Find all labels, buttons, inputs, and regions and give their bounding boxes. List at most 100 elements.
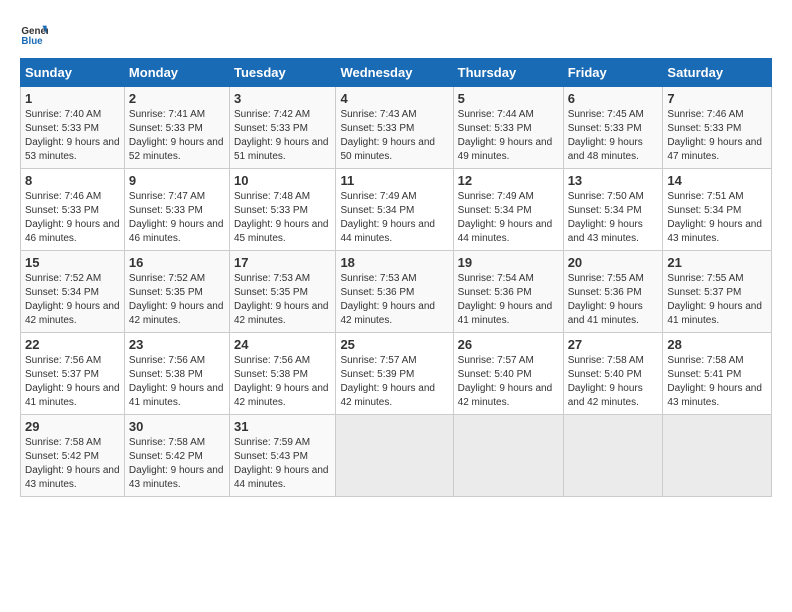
day-info: Sunrise: 7:40 AM Sunset: 5:33 PM Dayligh… xyxy=(25,108,120,164)
calendar-cell: 1 Sunrise: 7:40 AM Sunset: 5:33 PM Dayli… xyxy=(21,87,125,169)
day-info: Sunrise: 7:52 AM Sunset: 5:34 PM Dayligh… xyxy=(25,272,120,328)
weekday-header-thursday: Thursday xyxy=(453,59,563,87)
calendar-cell xyxy=(663,415,772,497)
calendar-cell: 9 Sunrise: 7:47 AM Sunset: 5:33 PM Dayli… xyxy=(124,169,229,251)
calendar-cell: 20 Sunrise: 7:55 AM Sunset: 5:36 PM Dayl… xyxy=(563,251,663,333)
weekday-header-monday: Monday xyxy=(124,59,229,87)
day-number: 16 xyxy=(129,255,225,270)
calendar-cell: 3 Sunrise: 7:42 AM Sunset: 5:33 PM Dayli… xyxy=(229,87,335,169)
day-number: 21 xyxy=(667,255,767,270)
day-info: Sunrise: 7:53 AM Sunset: 5:36 PM Dayligh… xyxy=(340,272,448,328)
logo-icon: General Blue xyxy=(20,20,48,48)
calendar-cell xyxy=(336,415,453,497)
day-info: Sunrise: 7:49 AM Sunset: 5:34 PM Dayligh… xyxy=(340,190,448,246)
day-number: 15 xyxy=(25,255,120,270)
day-info: Sunrise: 7:45 AM Sunset: 5:33 PM Dayligh… xyxy=(568,108,659,164)
day-info: Sunrise: 7:56 AM Sunset: 5:38 PM Dayligh… xyxy=(129,354,225,410)
day-info: Sunrise: 7:52 AM Sunset: 5:35 PM Dayligh… xyxy=(129,272,225,328)
day-number: 18 xyxy=(340,255,448,270)
calendar-table: SundayMondayTuesdayWednesdayThursdayFrid… xyxy=(20,58,772,497)
weekday-header-wednesday: Wednesday xyxy=(336,59,453,87)
day-number: 23 xyxy=(129,337,225,352)
day-number: 5 xyxy=(458,91,559,106)
calendar-cell: 19 Sunrise: 7:54 AM Sunset: 5:36 PM Dayl… xyxy=(453,251,563,333)
calendar-cell: 29 Sunrise: 7:58 AM Sunset: 5:42 PM Dayl… xyxy=(21,415,125,497)
day-info: Sunrise: 7:43 AM Sunset: 5:33 PM Dayligh… xyxy=(340,108,448,164)
day-info: Sunrise: 7:47 AM Sunset: 5:33 PM Dayligh… xyxy=(129,190,225,246)
day-info: Sunrise: 7:57 AM Sunset: 5:39 PM Dayligh… xyxy=(340,354,448,410)
day-info: Sunrise: 7:53 AM Sunset: 5:35 PM Dayligh… xyxy=(234,272,331,328)
page-header: General Blue xyxy=(20,20,772,48)
calendar-cell: 24 Sunrise: 7:56 AM Sunset: 5:38 PM Dayl… xyxy=(229,333,335,415)
day-number: 14 xyxy=(667,173,767,188)
calendar-cell: 8 Sunrise: 7:46 AM Sunset: 5:33 PM Dayli… xyxy=(21,169,125,251)
calendar-cell: 30 Sunrise: 7:58 AM Sunset: 5:42 PM Dayl… xyxy=(124,415,229,497)
day-info: Sunrise: 7:42 AM Sunset: 5:33 PM Dayligh… xyxy=(234,108,331,164)
day-info: Sunrise: 7:59 AM Sunset: 5:43 PM Dayligh… xyxy=(234,436,331,492)
weekday-header-tuesday: Tuesday xyxy=(229,59,335,87)
day-number: 19 xyxy=(458,255,559,270)
calendar-cell: 7 Sunrise: 7:46 AM Sunset: 5:33 PM Dayli… xyxy=(663,87,772,169)
calendar-cell: 11 Sunrise: 7:49 AM Sunset: 5:34 PM Dayl… xyxy=(336,169,453,251)
day-info: Sunrise: 7:48 AM Sunset: 5:33 PM Dayligh… xyxy=(234,190,331,246)
day-info: Sunrise: 7:54 AM Sunset: 5:36 PM Dayligh… xyxy=(458,272,559,328)
day-number: 7 xyxy=(667,91,767,106)
calendar-cell: 15 Sunrise: 7:52 AM Sunset: 5:34 PM Dayl… xyxy=(21,251,125,333)
calendar-cell: 2 Sunrise: 7:41 AM Sunset: 5:33 PM Dayli… xyxy=(124,87,229,169)
day-number: 29 xyxy=(25,419,120,434)
day-number: 26 xyxy=(458,337,559,352)
day-number: 31 xyxy=(234,419,331,434)
day-number: 22 xyxy=(25,337,120,352)
weekday-header-sunday: Sunday xyxy=(21,59,125,87)
day-info: Sunrise: 7:58 AM Sunset: 5:42 PM Dayligh… xyxy=(129,436,225,492)
calendar-cell: 5 Sunrise: 7:44 AM Sunset: 5:33 PM Dayli… xyxy=(453,87,563,169)
calendar-cell: 18 Sunrise: 7:53 AM Sunset: 5:36 PM Dayl… xyxy=(336,251,453,333)
day-info: Sunrise: 7:58 AM Sunset: 5:41 PM Dayligh… xyxy=(667,354,767,410)
day-number: 10 xyxy=(234,173,331,188)
weekday-header-friday: Friday xyxy=(563,59,663,87)
calendar-cell: 23 Sunrise: 7:56 AM Sunset: 5:38 PM Dayl… xyxy=(124,333,229,415)
calendar-cell: 31 Sunrise: 7:59 AM Sunset: 5:43 PM Dayl… xyxy=(229,415,335,497)
logo: General Blue xyxy=(20,20,52,48)
calendar-cell: 12 Sunrise: 7:49 AM Sunset: 5:34 PM Dayl… xyxy=(453,169,563,251)
day-info: Sunrise: 7:56 AM Sunset: 5:37 PM Dayligh… xyxy=(25,354,120,410)
day-number: 6 xyxy=(568,91,659,106)
day-number: 11 xyxy=(340,173,448,188)
calendar-cell: 6 Sunrise: 7:45 AM Sunset: 5:33 PM Dayli… xyxy=(563,87,663,169)
calendar-cell: 27 Sunrise: 7:58 AM Sunset: 5:40 PM Dayl… xyxy=(563,333,663,415)
day-info: Sunrise: 7:44 AM Sunset: 5:33 PM Dayligh… xyxy=(458,108,559,164)
day-number: 20 xyxy=(568,255,659,270)
calendar-cell: 28 Sunrise: 7:58 AM Sunset: 5:41 PM Dayl… xyxy=(663,333,772,415)
calendar-cell: 21 Sunrise: 7:55 AM Sunset: 5:37 PM Dayl… xyxy=(663,251,772,333)
day-number: 9 xyxy=(129,173,225,188)
day-number: 25 xyxy=(340,337,448,352)
day-info: Sunrise: 7:58 AM Sunset: 5:42 PM Dayligh… xyxy=(25,436,120,492)
calendar-cell: 16 Sunrise: 7:52 AM Sunset: 5:35 PM Dayl… xyxy=(124,251,229,333)
day-number: 13 xyxy=(568,173,659,188)
day-info: Sunrise: 7:57 AM Sunset: 5:40 PM Dayligh… xyxy=(458,354,559,410)
day-number: 2 xyxy=(129,91,225,106)
day-info: Sunrise: 7:49 AM Sunset: 5:34 PM Dayligh… xyxy=(458,190,559,246)
day-number: 4 xyxy=(340,91,448,106)
day-info: Sunrise: 7:46 AM Sunset: 5:33 PM Dayligh… xyxy=(667,108,767,164)
day-number: 8 xyxy=(25,173,120,188)
day-number: 24 xyxy=(234,337,331,352)
calendar-cell: 17 Sunrise: 7:53 AM Sunset: 5:35 PM Dayl… xyxy=(229,251,335,333)
day-number: 30 xyxy=(129,419,225,434)
calendar-cell: 10 Sunrise: 7:48 AM Sunset: 5:33 PM Dayl… xyxy=(229,169,335,251)
day-number: 27 xyxy=(568,337,659,352)
weekday-header-saturday: Saturday xyxy=(663,59,772,87)
calendar-cell: 13 Sunrise: 7:50 AM Sunset: 5:34 PM Dayl… xyxy=(563,169,663,251)
day-info: Sunrise: 7:56 AM Sunset: 5:38 PM Dayligh… xyxy=(234,354,331,410)
calendar-cell: 25 Sunrise: 7:57 AM Sunset: 5:39 PM Dayl… xyxy=(336,333,453,415)
day-info: Sunrise: 7:51 AM Sunset: 5:34 PM Dayligh… xyxy=(667,190,767,246)
calendar-cell xyxy=(563,415,663,497)
calendar-cell: 14 Sunrise: 7:51 AM Sunset: 5:34 PM Dayl… xyxy=(663,169,772,251)
calendar-cell: 26 Sunrise: 7:57 AM Sunset: 5:40 PM Dayl… xyxy=(453,333,563,415)
day-info: Sunrise: 7:58 AM Sunset: 5:40 PM Dayligh… xyxy=(568,354,659,410)
day-number: 17 xyxy=(234,255,331,270)
day-number: 12 xyxy=(458,173,559,188)
day-number: 28 xyxy=(667,337,767,352)
day-info: Sunrise: 7:55 AM Sunset: 5:36 PM Dayligh… xyxy=(568,272,659,328)
day-info: Sunrise: 7:50 AM Sunset: 5:34 PM Dayligh… xyxy=(568,190,659,246)
